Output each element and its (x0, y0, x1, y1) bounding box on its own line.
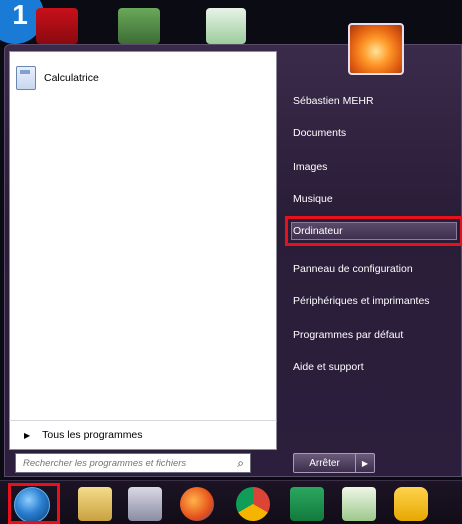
menu-item-peripheriques[interactable]: Périphériques et imprimantes (293, 289, 453, 313)
menu-item-label: Aide et support (293, 361, 364, 373)
pdf-app-icon[interactable] (36, 8, 78, 44)
menu-item-label: Musique (293, 193, 333, 205)
taskbar (0, 480, 462, 524)
shutdown-button[interactable]: Arrêter (294, 454, 356, 472)
chart-app-icon[interactable] (342, 487, 376, 521)
search-icon[interactable]: ⌕ (237, 456, 244, 471)
all-programs-label: Tous les programmes (42, 429, 143, 441)
search-input[interactable] (21, 454, 225, 472)
program-calculatrice[interactable]: Calculatrice (16, 64, 266, 92)
calculator-icon (16, 66, 36, 90)
menu-item-label: Ordinateur (293, 225, 343, 237)
menu-item-label: Panneau de configuration (293, 263, 413, 275)
evernote-icon[interactable] (118, 8, 160, 44)
programs-pane: Calculatrice (9, 51, 277, 426)
start-button-highlight (8, 483, 60, 524)
menu-item-ordinateur[interactable]: Ordinateur (293, 219, 453, 243)
menu-item-label: Sébastien MEHR (293, 95, 374, 107)
menu-item-user[interactable]: Sébastien MEHR (293, 89, 453, 113)
all-programs-button[interactable]: ▶ Tous les programmes (9, 420, 277, 450)
menu-item-panneau-configuration[interactable]: Panneau de configuration (293, 257, 453, 281)
snipping-tool-icon[interactable] (128, 487, 162, 521)
file-explorer-icon[interactable] (78, 487, 112, 521)
menu-item-documents[interactable]: Documents (293, 121, 453, 145)
menu-item-aide-support[interactable]: Aide et support (293, 355, 453, 379)
menu-item-programmes-par-defaut[interactable]: Programmes par défaut (293, 323, 453, 347)
excel-file-icon[interactable] (206, 8, 246, 44)
menu-item-label: Périphériques et imprimantes (293, 295, 430, 307)
menu-item-images[interactable]: Images (293, 155, 453, 179)
chrome-icon[interactable] (236, 487, 270, 521)
user-picture[interactable] (348, 23, 404, 75)
start-menu: Calculatrice ▶ Tous les programmes ⌕ Séb… (4, 23, 462, 477)
menu-item-label: Documents (293, 127, 347, 139)
lambda-app-icon[interactable] (290, 487, 324, 521)
menu-item-label: Images (293, 161, 328, 173)
firefox-icon[interactable] (180, 487, 214, 521)
program-label: Calculatrice (44, 72, 99, 84)
menu-item-label: Programmes par défaut (293, 329, 404, 341)
shutdown-options-arrow-icon[interactable]: ▶ (356, 454, 374, 472)
menu-item-musique[interactable]: Musique (293, 187, 453, 211)
hexagon-app-icon[interactable] (394, 487, 428, 521)
shutdown-control: Arrêter ▶ (293, 453, 375, 473)
search-box[interactable]: ⌕ (15, 453, 251, 473)
triangle-right-icon: ▶ (24, 430, 31, 440)
